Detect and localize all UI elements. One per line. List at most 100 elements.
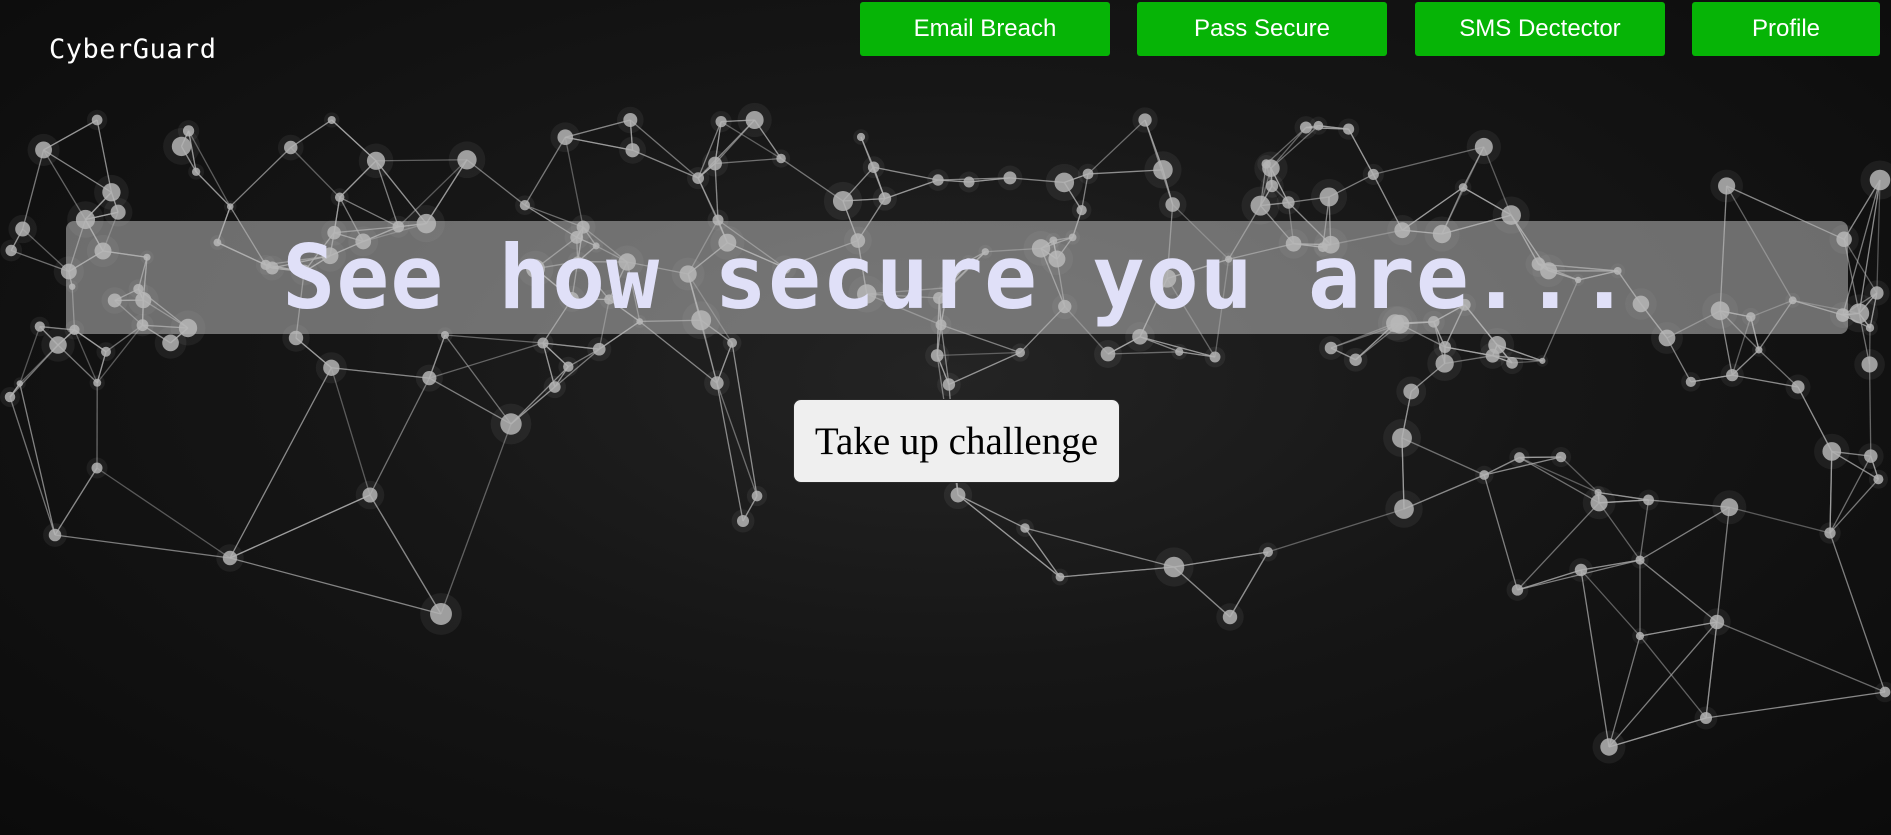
network-node [191, 167, 201, 176]
network-node [1165, 197, 1180, 212]
network-node [1635, 631, 1645, 641]
network-node [1869, 169, 1891, 191]
network-link [1705, 621, 1718, 719]
network-node [362, 487, 378, 503]
network-node [5, 244, 17, 257]
network-node [1479, 470, 1490, 480]
network-link [1639, 635, 1707, 719]
network-link [937, 351, 1021, 357]
network-link [429, 342, 544, 379]
network-link [1608, 635, 1641, 748]
network-node [1020, 523, 1030, 533]
network-node [548, 381, 561, 393]
nav-pass-secure-button[interactable]: Pass Secure [1137, 2, 1387, 56]
network-node [1643, 494, 1654, 506]
network-node [93, 378, 102, 387]
network-link [1024, 527, 1175, 568]
network-link [9, 396, 56, 536]
landing-page: CyberGuard Email Breach Pass Secure SMS … [0, 0, 1891, 835]
network-node [1282, 196, 1295, 209]
network-node [1699, 711, 1713, 725]
network-node [366, 151, 386, 170]
network-node [623, 113, 638, 127]
network-node [1600, 738, 1618, 756]
network-link [1267, 508, 1405, 553]
network-node [430, 603, 452, 625]
network-node [1313, 120, 1324, 131]
network-link [1608, 621, 1718, 748]
network-node [1849, 303, 1870, 324]
network-node [1539, 357, 1546, 364]
network-node [100, 346, 111, 357]
network-node [592, 342, 606, 356]
network-link [1716, 621, 1886, 693]
network-link [1639, 559, 1718, 623]
network-node [1709, 614, 1725, 630]
network-node [1506, 357, 1518, 369]
network-node [1555, 451, 1567, 463]
network-node [776, 153, 786, 164]
network-node [1485, 348, 1500, 363]
brand-logo[interactable]: CyberGuard [49, 34, 217, 65]
network-link [716, 382, 744, 522]
network-node [1342, 123, 1355, 135]
network-node [1153, 160, 1173, 180]
network-node [171, 136, 192, 157]
network-node [1574, 563, 1588, 577]
network-node [35, 141, 53, 159]
network-node [1319, 187, 1339, 207]
network-node [48, 528, 62, 542]
network-node [715, 116, 727, 128]
network-node [1163, 556, 1185, 578]
network-node [625, 143, 640, 158]
network-link [716, 382, 758, 497]
network-link [369, 377, 430, 496]
network-link [444, 334, 544, 344]
network-node [1514, 452, 1525, 463]
network-node [334, 192, 345, 203]
network-node [710, 376, 724, 390]
network-node [284, 140, 298, 155]
nav-sms-detector-button[interactable]: SMS Dectector [1415, 2, 1665, 56]
network-link [1705, 691, 1886, 719]
network-node [1791, 380, 1805, 394]
network-node [963, 176, 975, 188]
network-node [4, 391, 16, 403]
network-node [878, 192, 892, 205]
network-node [1392, 428, 1412, 448]
take-challenge-button[interactable]: Take up challenge [793, 399, 1120, 483]
network-link [330, 367, 371, 496]
network-link [229, 367, 332, 559]
network-node [1100, 346, 1116, 362]
network-node [1458, 183, 1468, 192]
network-node [950, 487, 966, 503]
network-node [91, 462, 103, 474]
network-node [1076, 204, 1087, 216]
network-node [930, 349, 944, 362]
network-node [745, 110, 764, 130]
network-link [1829, 532, 1886, 693]
network-node [1394, 499, 1414, 519]
network-node [91, 114, 103, 126]
network-link [229, 494, 371, 559]
network-node [1822, 442, 1842, 461]
network-node [1015, 347, 1026, 358]
network-node [832, 190, 854, 212]
network-node [1349, 353, 1362, 366]
network-link [229, 557, 442, 615]
network-node [226, 203, 234, 210]
network-node [500, 413, 522, 435]
network-node [1755, 346, 1763, 354]
nav-profile-button[interactable]: Profile [1692, 2, 1880, 56]
network-node [162, 334, 179, 352]
network-node [1726, 369, 1739, 382]
network-node [15, 221, 31, 237]
network-node [457, 150, 477, 170]
network-node [1474, 137, 1493, 156]
network-link [731, 342, 758, 497]
network-node [1138, 113, 1152, 127]
network-node [1864, 449, 1878, 463]
network-node [34, 321, 45, 332]
network-node [1594, 488, 1602, 497]
nav-email-breach-button[interactable]: Email Breach [860, 2, 1110, 56]
